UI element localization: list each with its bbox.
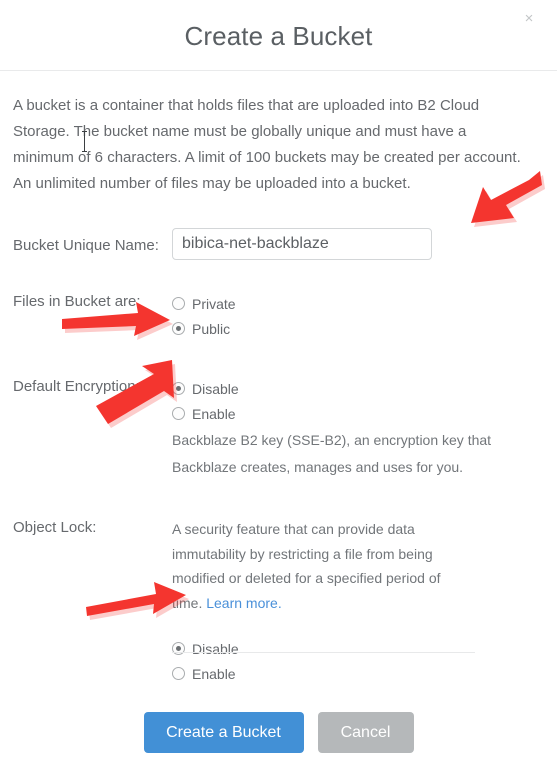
bucket-name-input[interactable] <box>172 228 432 260</box>
learn-more-link[interactable]: Learn more. <box>206 595 281 611</box>
files-in-bucket-row: Files in Bucket are: Private Public <box>13 291 544 341</box>
default-encryption-label: Default Encryption: <box>13 378 140 395</box>
radio-unchecked-icon <box>172 407 185 420</box>
radio-encryption-disable[interactable]: Disable <box>172 376 544 401</box>
object-lock-control: A security feature that can provide data… <box>172 517 544 686</box>
radio-files-private-label: Private <box>192 295 236 312</box>
dialog-footer: Create a Bucket Cancel <box>0 712 557 753</box>
encryption-help-line-2: Backblaze creates, manages and uses for … <box>172 459 464 475</box>
page-title: Create a Bucket <box>184 21 373 51</box>
radio-files-private[interactable]: Private <box>172 291 544 316</box>
radio-encryption-enable-label: Enable <box>192 405 236 422</box>
radio-objectlock-enable-label: Enable <box>192 665 236 682</box>
radio-checked-icon <box>172 382 185 395</box>
object-lock-row: Object Lock: A security feature that can… <box>13 517 544 686</box>
radio-objectlock-enable[interactable]: Enable <box>172 661 544 686</box>
radio-checked-icon <box>172 322 185 335</box>
object-lock-label: Object Lock: <box>13 519 97 536</box>
radio-files-public[interactable]: Public <box>172 316 544 341</box>
object-lock-options: Disable Enable <box>172 636 544 686</box>
create-bucket-button[interactable]: Create a Bucket <box>143 712 304 753</box>
files-in-bucket-label: Files in Bucket are: <box>13 293 141 310</box>
radio-unchecked-icon <box>172 667 185 680</box>
close-icon[interactable]: × <box>520 10 538 28</box>
radio-objectlock-disable[interactable]: Disable <box>172 636 544 661</box>
radio-files-public-label: Public <box>192 320 231 337</box>
bucket-name-control <box>172 228 544 260</box>
radio-objectlock-disable-label: Disable <box>192 640 239 657</box>
object-lock-description-block: A security feature that can provide data… <box>172 517 472 615</box>
radio-encryption-enable[interactable]: Enable <box>172 401 544 426</box>
radio-encryption-disable-label: Disable <box>192 380 239 397</box>
dialog-body: A bucket is a container that holds files… <box>0 71 557 686</box>
bucket-name-label: Bucket Unique Name: <box>13 236 159 254</box>
files-in-bucket-options: Private Public <box>172 291 544 341</box>
radio-unchecked-icon <box>172 297 185 310</box>
footer-divider <box>172 652 475 653</box>
bucket-name-row: Bucket Unique Name: <box>13 228 544 260</box>
cancel-button[interactable]: Cancel <box>317 712 414 753</box>
encryption-help-line-1: Backblaze B2 key (SSE-B2), an encryption… <box>172 432 492 448</box>
radio-checked-icon <box>172 642 185 655</box>
default-encryption-options: Disable Enable Backblaze B2 key (SSE-B2)… <box>172 376 544 480</box>
dialog-header: Create a Bucket × <box>0 0 557 71</box>
intro-text: A bucket is a container that holds files… <box>13 97 521 192</box>
default-encryption-row: Default Encryption: Disable Enable Backb… <box>13 376 544 480</box>
